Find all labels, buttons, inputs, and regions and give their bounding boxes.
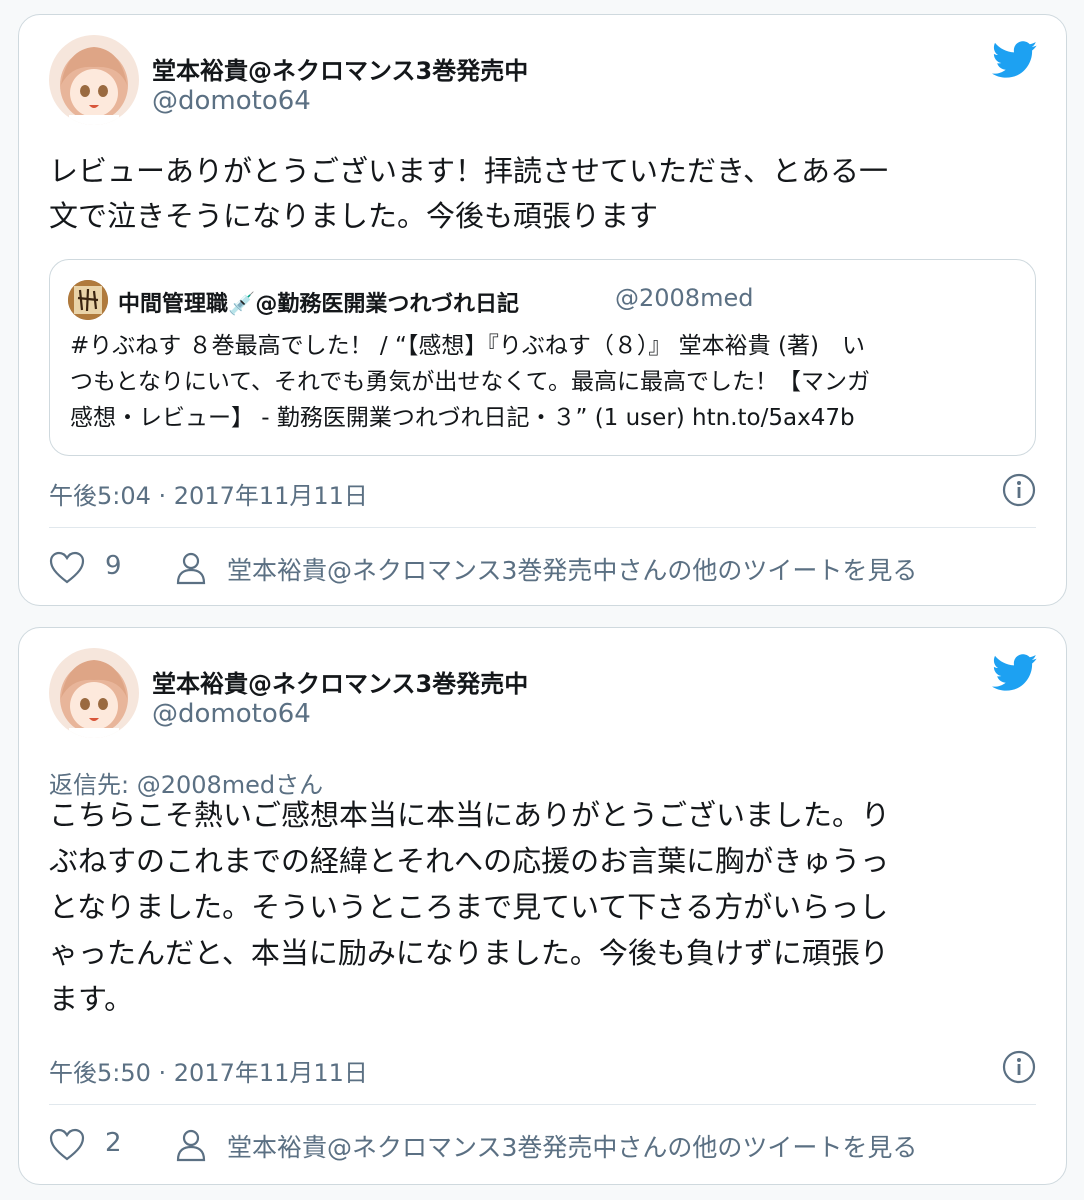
display-name[interactable]: 堂本裕貴@ネクロマンス3巻発売中 — [152, 664, 528, 699]
anime-girl-avatar-icon — [49, 648, 139, 738]
quoted-display-name[interactable]: 中間管理職💉@勤務医開業つれづれ日記 — [118, 286, 519, 318]
anime-girl-avatar-icon — [49, 35, 139, 125]
quoted-tweet[interactable]: 中間管理職💉@勤務医開業つれづれ日記 @2008med #りぶねす ８巻最高でし… — [49, 259, 1036, 456]
tweet-card[interactable]: 堂本裕貴@ネクロマンス3巻発売中 @domoto64 レビューありがとうございま… — [18, 14, 1067, 606]
timestamp[interactable]: 午後5:04 · 2017年11月11日 — [49, 476, 368, 511]
person-icon[interactable] — [174, 1128, 208, 1162]
quoted-handle[interactable]: @2008med — [615, 284, 753, 312]
handle[interactable]: @domoto64 — [152, 699, 311, 729]
quoted-text: #りぶねす ８巻最高でした！ / “【感想】『りぶねす（８）』 堂本裕貴 (著)… — [70, 333, 870, 431]
info-icon[interactable] — [1002, 473, 1036, 507]
more-tweets-link[interactable]: 堂本裕貴@ネクロマンス3巻発売中さんの他のツイートを見る — [227, 551, 917, 587]
like-count: 9 — [105, 551, 122, 581]
info-icon[interactable] — [1002, 1050, 1036, 1084]
action-row: 2 堂本裕貴@ネクロマンス3巻発売中さんの他のツイートを見る — [49, 1124, 1039, 1164]
calligraphy-avatar-icon — [68, 280, 108, 320]
more-tweets-link[interactable]: 堂本裕貴@ネクロマンス3巻発売中さんの他のツイートを見る — [227, 1128, 917, 1164]
heart-icon[interactable] — [49, 551, 85, 585]
display-name[interactable]: 堂本裕貴@ネクロマンス3巻発売中 — [152, 51, 528, 86]
avatar[interactable] — [49, 648, 139, 738]
twitter-bird-icon[interactable] — [992, 41, 1038, 79]
tweet-text: レビューありがとうございます！拝読させていただき、とある一 文で泣きそうになりま… — [49, 154, 888, 233]
divider — [49, 527, 1036, 528]
person-icon[interactable] — [174, 551, 208, 585]
tweet-card[interactable]: 堂本裕貴@ネクロマンス3巻発売中 @domoto64 返信先: @2008med… — [18, 627, 1067, 1185]
timestamp[interactable]: 午後5:50 · 2017年11月11日 — [49, 1053, 368, 1088]
handle[interactable]: @domoto64 — [152, 86, 311, 116]
avatar[interactable] — [68, 280, 108, 320]
action-row: 9 堂本裕貴@ネクロマンス3巻発売中さんの他のツイートを見る — [49, 547, 1039, 587]
divider — [49, 1104, 1036, 1105]
heart-icon[interactable] — [49, 1128, 85, 1162]
tweet-text: こちらこそ熱いご感想本当に本当にありがとうございました。り ぶねすのこれまでの経… — [49, 798, 891, 1016]
twitter-bird-icon[interactable] — [992, 654, 1038, 692]
avatar[interactable] — [49, 35, 139, 125]
like-count: 2 — [105, 1128, 122, 1158]
